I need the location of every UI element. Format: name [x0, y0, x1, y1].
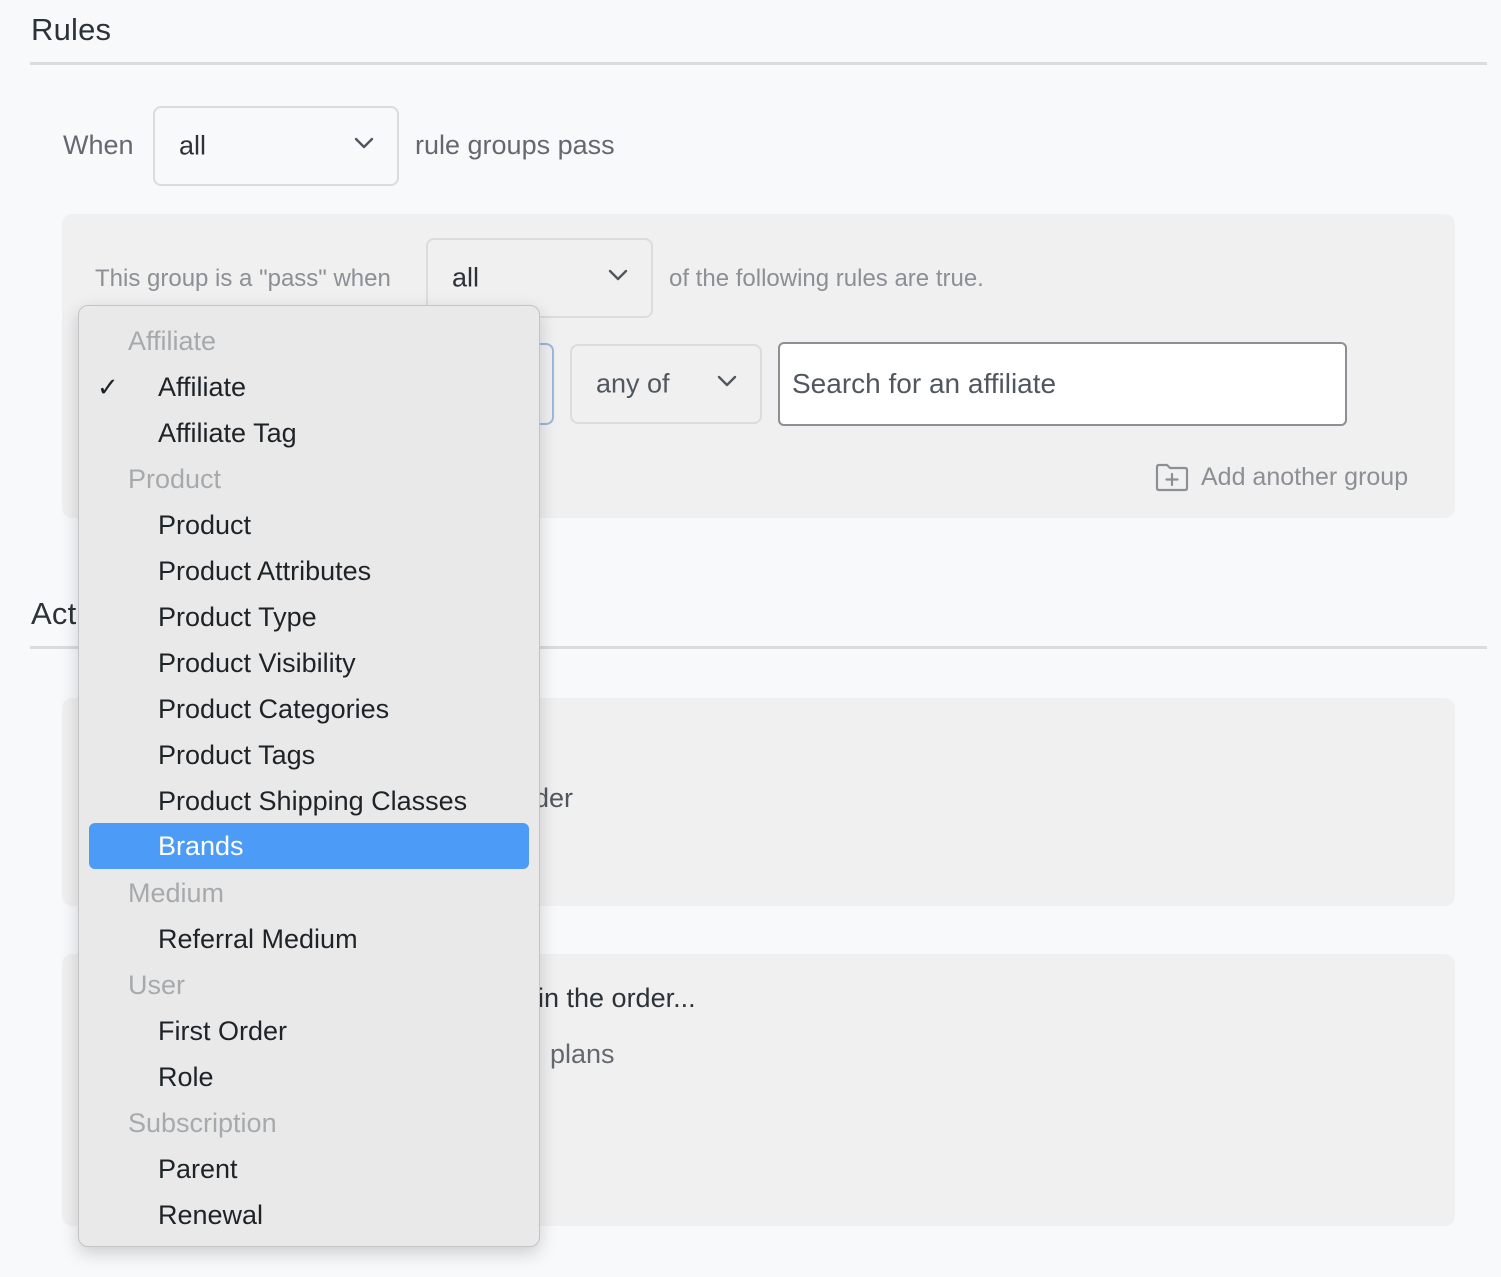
- add-another-group-button[interactable]: Add another group: [1155, 462, 1408, 492]
- dropdown-option-product-tags[interactable]: Product Tags: [79, 732, 539, 778]
- when-label: When: [63, 130, 134, 160]
- folder-plus-icon: [1155, 462, 1189, 492]
- group-pass-suffix: of the following rules are true.: [669, 265, 984, 292]
- dropdown-option-renewal[interactable]: Renewal: [79, 1192, 539, 1238]
- rule-field-dropdown: Affiliate ✓ Affiliate Affiliate Tag Prod…: [78, 305, 540, 1247]
- dropdown-option-affiliate-tag[interactable]: Affiliate Tag: [79, 410, 539, 456]
- dropdown-option-product[interactable]: Product: [79, 502, 539, 548]
- dropdown-option-label: Affiliate: [158, 372, 247, 402]
- chevron-down-icon: [353, 132, 375, 154]
- rule-groups-match-select[interactable]: all: [153, 106, 399, 186]
- dropdown-option-product-shipping-classes[interactable]: Product Shipping Classes: [79, 778, 539, 824]
- affiliate-search-input[interactable]: [778, 342, 1347, 426]
- group-match-value: all: [452, 262, 480, 293]
- dropdown-option-affiliate[interactable]: ✓ Affiliate: [79, 364, 539, 410]
- dropdown-option-parent[interactable]: Parent: [79, 1146, 539, 1192]
- add-another-group-label: Add another group: [1201, 462, 1409, 491]
- rules-section-title: Rules: [31, 12, 112, 47]
- dropdown-group-subscription: Subscription: [128, 1108, 277, 1138]
- dropdown-option-product-type[interactable]: Product Type: [79, 594, 539, 640]
- action-panel-2-heading: in the order...: [538, 983, 696, 1013]
- checkmark-icon: ✓: [97, 372, 119, 402]
- dropdown-group-product: Product: [128, 464, 222, 494]
- rules-divider: [30, 62, 1487, 65]
- dropdown-option-product-attributes[interactable]: Product Attributes: [79, 548, 539, 594]
- dropdown-option-first-order[interactable]: First Order: [79, 1008, 539, 1054]
- actions-section-title: Act: [31, 596, 77, 631]
- rule-operator-value: any of: [596, 368, 670, 399]
- action-panel-2-text: plans: [550, 1039, 615, 1069]
- dropdown-option-role[interactable]: Role: [79, 1054, 539, 1100]
- rule-operator-select[interactable]: any of: [570, 344, 762, 424]
- dropdown-group-medium: Medium: [128, 878, 225, 908]
- when-suffix-text: rule groups pass: [415, 130, 615, 160]
- dropdown-option-brands[interactable]: Brands: [89, 823, 529, 869]
- dropdown-option-product-categories[interactable]: Product Categories: [79, 686, 539, 732]
- dropdown-group-user: User: [128, 970, 186, 1000]
- dropdown-option-referral-medium[interactable]: Referral Medium: [79, 916, 539, 962]
- dropdown-option-product-visibility[interactable]: Product Visibility: [79, 640, 539, 686]
- dropdown-group-affiliate: Affiliate: [128, 326, 217, 356]
- chevron-down-icon: [716, 370, 738, 392]
- group-pass-prefix: This group is a "pass" when: [95, 265, 391, 292]
- chevron-down-icon: [607, 264, 629, 286]
- rule-groups-match-value: all: [179, 130, 207, 161]
